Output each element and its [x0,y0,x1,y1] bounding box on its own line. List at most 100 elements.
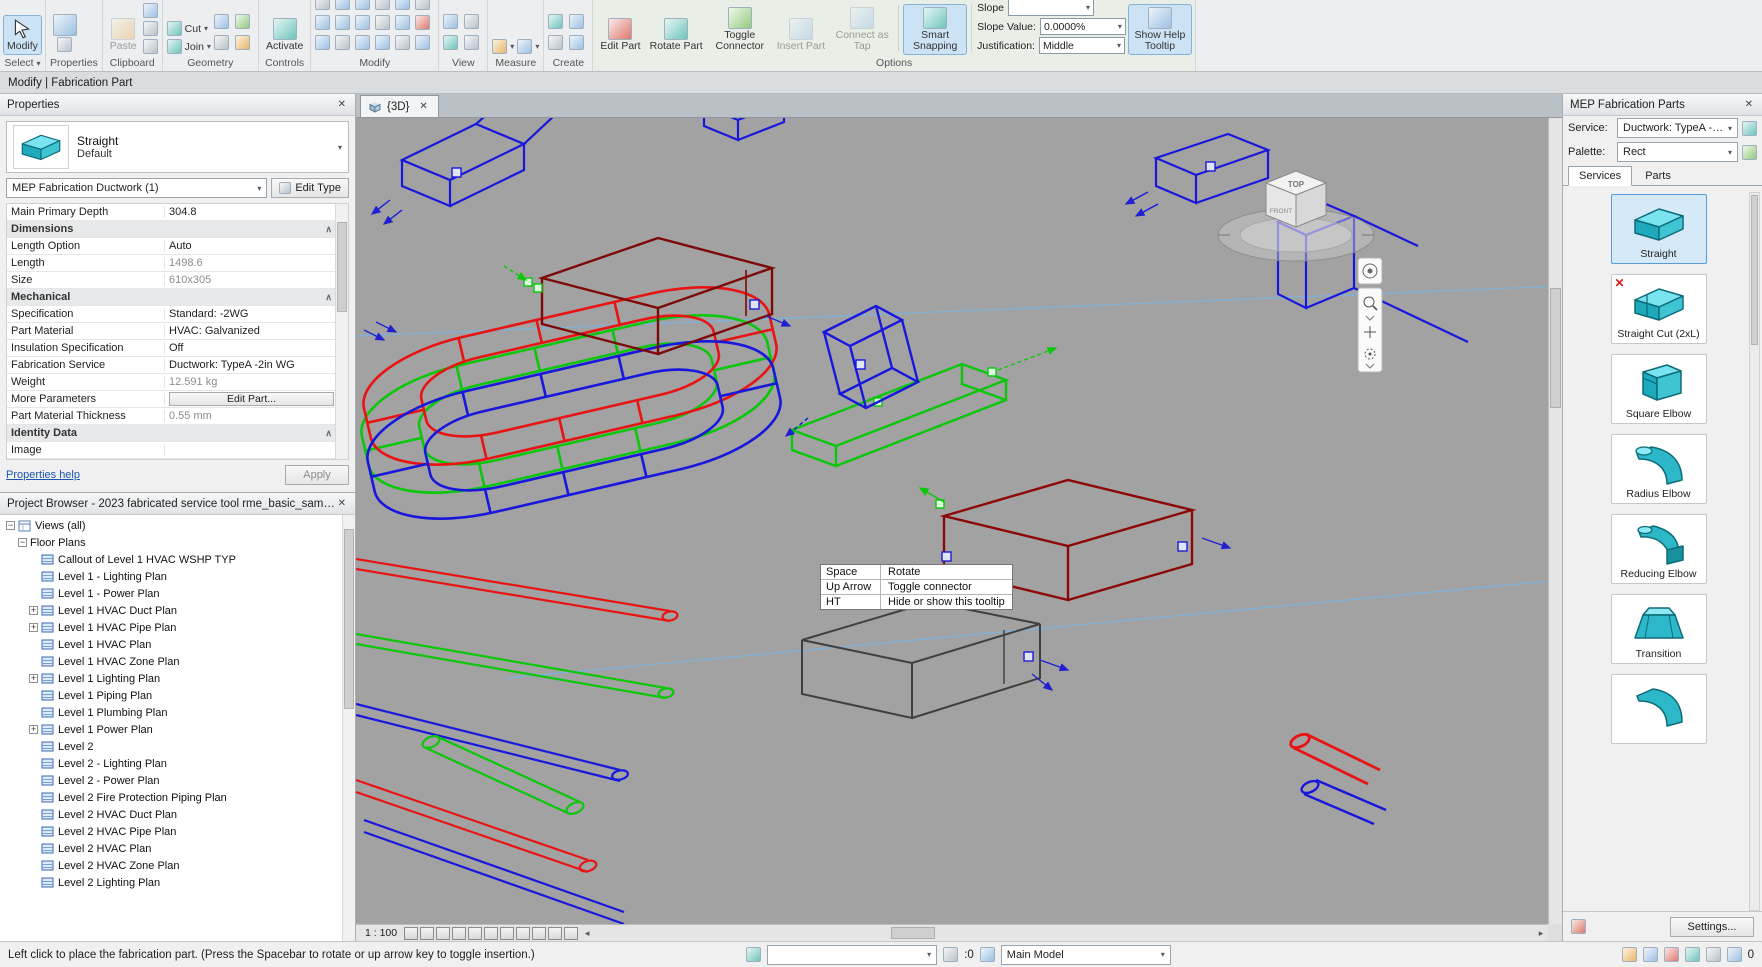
cut-geometry-button[interactable]: Cut ▾ [166,21,211,36]
select-elements-by-face-icon[interactable] [1684,947,1700,962]
tree-item[interactable]: Level 2 Fire Protection Piping Plan [0,789,355,806]
duct-loop-blue[interactable] [356,321,792,539]
copy-icon[interactable] [335,15,351,30]
part-item-square-elbow[interactable]: Square Elbow [1610,354,1707,424]
extend-icon[interactable] [375,35,391,50]
part-item-straight[interactable]: Straight [1610,194,1707,264]
dimension-button[interactable]: ▾ [517,39,539,54]
property-row[interactable]: Insulation Specification Off [7,340,348,357]
tree-item[interactable]: Level 1 Plumbing Plan [0,704,355,721]
model-canvas[interactable]: TOP FRONT Space Rotate Up Arrow Toggle c… [356,118,1562,941]
lock-3d-view-icon[interactable] [500,926,515,940]
tree-item[interactable]: + Level 1 HVAC Duct Plan [0,602,355,619]
active-workset-combo[interactable]: ▾ [767,944,938,965]
tree-item[interactable]: Level 2 Lighting Plan [0,874,355,891]
visual-style-icon[interactable] [420,926,435,940]
duct-ghost-placing[interactable] [801,600,1070,720]
part-item-partial[interactable] [1610,674,1707,744]
rotate-icon[interactable] [355,15,371,30]
property-row[interactable]: Specification Standard: -2WG [7,306,348,323]
detail-level-icon[interactable] [404,926,419,940]
navigation-bar[interactable] [1357,257,1383,373]
select-underlay-elements-icon[interactable] [1642,947,1658,962]
tree-item[interactable]: + Level 1 HVAC Pipe Plan [0,619,355,636]
temporary-hide-isolate-icon[interactable] [516,926,531,940]
filter-icon[interactable] [1726,947,1742,962]
property-row[interactable]: Length Option Auto [7,238,348,255]
trim-icon[interactable] [395,0,411,10]
linework-icon[interactable] [443,35,459,50]
properties-filter-combo[interactable]: MEP Fabrication Ductwork (1) ▾ [6,178,268,198]
design-option-combo[interactable]: Main Model ▾ [1000,944,1171,965]
delete-icon[interactable] [415,15,431,30]
justification-combo[interactable]: Middle ▾ [1038,37,1125,54]
reveal-hidden-elements-icon[interactable] [532,926,547,940]
cope-icon[interactable] [213,14,229,29]
tree-item[interactable]: Level 2 [0,738,355,755]
select-links-icon[interactable] [1621,947,1637,962]
override-graphics-icon[interactable] [464,14,480,29]
unpin-icon[interactable] [395,35,411,50]
duct-loop-red[interactable] [356,267,788,485]
property-grid-scrollbar[interactable] [335,204,348,459]
worksets-icon[interactable] [746,947,762,962]
wall-joins-icon[interactable] [213,35,229,50]
view-scale-button[interactable]: 1 : 100 [360,927,402,939]
drag-elements-on-selection-icon[interactable] [1705,947,1721,962]
demolish-icon[interactable] [234,35,250,50]
tree-item[interactable]: + Level 1 Power Plan [0,721,355,738]
part-item-reducing-elbow[interactable]: Reducing Elbow [1610,514,1707,584]
palette-modify-icon[interactable] [1571,919,1586,934]
close-icon[interactable]: ✕ [336,498,348,509]
property-section[interactable]: Dimensions ∧ [7,221,348,238]
hide-elements-icon[interactable] [443,14,459,29]
create-similar-icon[interactable] [569,14,585,29]
pin-icon[interactable] [415,0,431,10]
scale-icon[interactable] [395,15,411,30]
tree-item[interactable]: Level 1 Piping Plan [0,687,355,704]
design-options-icon[interactable] [979,947,995,962]
toggle-connector-button[interactable]: Toggle Connector [709,5,771,54]
properties-toggle-button[interactable] [50,12,80,54]
join-geometry-button[interactable]: Join ▾ [166,39,211,54]
tree-expand-icon[interactable]: + [29,674,38,683]
tree-scrollbar[interactable] [342,515,355,941]
property-section[interactable]: Mechanical ∧ [7,289,348,306]
rotate-alt-icon[interactable] [335,35,351,50]
select-pinned-elements-icon[interactable] [1663,947,1679,962]
tubes-bottom-right[interactable] [1289,732,1387,826]
align-icon[interactable] [315,0,331,10]
tree-item[interactable]: Level 2 - Lighting Plan [0,755,355,772]
measure-button[interactable]: ▾ [492,39,514,54]
tree-collapse-icon[interactable]: − [6,521,15,530]
duct-blue-riser[interactable] [784,304,921,437]
split-icon[interactable] [375,0,391,10]
pipes-lower-left[interactable] [356,557,679,926]
tree-item[interactable]: Level 1 HVAC Zone Plan [0,653,355,670]
horizontal-scroll-thumb[interactable] [891,927,936,939]
tree-item[interactable]: − Views (all) [0,517,355,534]
tab-parts[interactable]: Parts [1634,166,1682,186]
property-row[interactable]: Fabrication Service Ductwork: TypeA -2in … [7,357,348,374]
trim-corner-icon[interactable] [355,35,371,50]
tree-item[interactable]: + Level 1 Lighting Plan [0,670,355,687]
editable-only-icon[interactable] [943,947,959,962]
part-item-transition[interactable]: Transition [1610,594,1707,664]
tree-expand-icon[interactable]: + [29,623,38,632]
scroll-right-icon[interactable]: ▸ [1534,928,1548,939]
create-group-icon[interactable] [548,14,564,29]
horizontal-scrollbar[interactable] [596,925,1532,941]
tree-expand-icon[interactable]: + [29,606,38,615]
property-row[interactable]: Main Primary Depth 304.8 [7,204,348,221]
reload-service-icon[interactable] [1742,120,1757,136]
palette-combo[interactable]: Rect ▾ [1617,142,1738,162]
view-tab-3d[interactable]: {3D} ✕ [360,95,439,117]
tree-item[interactable]: Level 1 - Lighting Plan [0,568,355,585]
type-selector[interactable]: Straight Default ▾ [6,121,349,173]
vertical-scroll-thumb[interactable] [1550,288,1561,408]
match-icon[interactable] [415,35,431,50]
tree-item[interactable]: Level 2 HVAC Zone Plan [0,857,355,874]
array-icon[interactable] [375,15,391,30]
duct-blue-top-left[interactable] [370,118,556,225]
match-type-properties-icon[interactable] [142,3,158,18]
